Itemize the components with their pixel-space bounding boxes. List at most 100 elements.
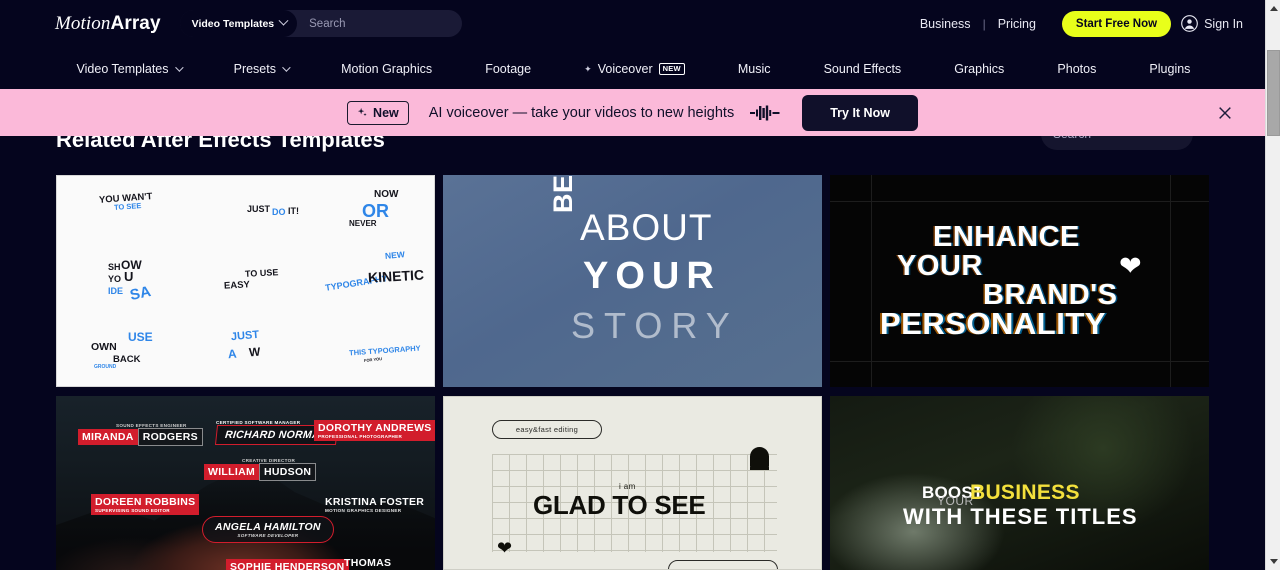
credit-role: SUPERVISING SOUND EDITOR <box>95 508 170 514</box>
nav-item-footage[interactable]: Footage <box>459 62 558 76</box>
nav-item-plugins[interactable]: Plugins <box>1123 62 1217 76</box>
template-word: JUST <box>230 328 260 344</box>
template-text-line3: STORY <box>571 305 739 346</box>
credit-first-name: WILLIAM <box>204 464 260 481</box>
new-badge-label: New <box>373 105 399 120</box>
credit-role: PROFESSIONAL PHOTOGRAPHER <box>318 434 403 440</box>
template-word: NEW <box>384 249 406 261</box>
nav-item-voiceover[interactable]: ✦ Voiceover NEW <box>558 62 712 76</box>
template-word: TO SEE <box>113 201 142 212</box>
credit-name: ANGELA HAMILTON SOFTWARE DEVELOPER <box>202 516 334 544</box>
template-word: IDE <box>108 286 124 296</box>
credit-label: THOMAS <box>344 557 391 569</box>
audio-waveform-icon <box>750 105 780 121</box>
credit-label: CREATIVE DIRECTOR WILLIAM HUDSON <box>204 458 317 482</box>
nav-item-label: Photos <box>1057 62 1097 76</box>
vertical-scrollbar[interactable] <box>1265 0 1280 570</box>
template-pill-bottom <box>668 560 778 569</box>
sign-in-button[interactable]: Sign In <box>1181 15 1243 32</box>
template-card[interactable]: BE CREATIVE ABOUT YOUR STORY <box>443 175 822 387</box>
chevron-down-icon <box>282 63 291 72</box>
nav-item-label: Music <box>737 62 771 76</box>
close-banner-button[interactable] <box>1217 105 1233 121</box>
template-text-vertical: BE CREATIVE <box>548 175 579 213</box>
grid-line <box>1170 175 1171 387</box>
template-text-word3: BUSINESS <box>970 481 1080 504</box>
close-icon <box>1219 106 1231 119</box>
template-card[interactable]: easy&fast editing i am GLAD TO SEE ❤ <box>443 396 822 570</box>
sparkle-icon <box>357 107 367 117</box>
credit-last-name: HUDSON <box>259 463 317 482</box>
logo-motion-text: Motion <box>55 12 111 34</box>
credit-name: THOMAS <box>344 557 392 569</box>
credit-name: DOREEN ROBBINS SUPERVISING SOUND EDITOR <box>91 494 200 516</box>
grid-line <box>871 175 872 387</box>
template-word: NOW <box>374 189 399 200</box>
template-text-line2: YOUR <box>583 255 721 297</box>
template-word: U <box>124 269 134 284</box>
scroll-up-arrow-icon[interactable] <box>1266 0 1280 17</box>
chevron-down-icon <box>174 63 184 72</box>
template-word: EASY <box>223 279 251 292</box>
template-word: A <box>227 346 238 362</box>
credit-name-text: DOREEN ROBBINS SUPERVISING SOUND EDITOR <box>91 494 200 516</box>
template-word: OR <box>362 201 389 221</box>
nav-item-presets[interactable]: Presets <box>207 62 314 76</box>
credit-name: MIRANDA RODGERS <box>78 428 203 447</box>
template-word: USE <box>128 330 153 344</box>
motionarray-logo[interactable]: MotionArray <box>55 13 161 35</box>
template-card[interactable]: ENHANCE YOUR BRAND'S PERSONALITY ❤ <box>830 175 1209 387</box>
try-it-now-button[interactable]: Try It Now <box>802 94 918 131</box>
nav-item-graphics[interactable]: Graphics <box>928 62 1031 76</box>
global-search-bar: Video Templates <box>179 10 464 37</box>
search-category-label: Video Templates <box>191 17 275 30</box>
nav-item-label: Plugins <box>1149 62 1191 76</box>
template-card[interactable]: YOU WAN'T TO SEE JUST DO IT! NOW OR NEVER SH YO ID… <box>56 175 435 387</box>
account-circle-icon <box>1181 15 1198 32</box>
search-input[interactable] <box>297 17 464 30</box>
credit-label: SOPHIE HENDERSON <box>226 559 349 570</box>
template-word: KINETIC <box>367 266 425 286</box>
template-text-big: GLAD TO SEE <box>533 490 706 520</box>
nav-item-label: Footage <box>485 62 532 76</box>
main-navigation: Video Templates Presets Motion Graphics Foo… <box>0 47 1265 91</box>
template-card[interactable]: SOUND EFFECTS ENGINEER MIRANDA RODGERS CERT… <box>56 396 435 570</box>
browser-page: MotionArray Video Templates Business | P… <box>0 0 1280 570</box>
credit-name: SOPHIE HENDERSON <box>226 559 349 570</box>
nav-item-video-templates[interactable]: Video Templates <box>50 62 207 76</box>
nav-item-label: Graphics <box>954 62 1005 76</box>
business-link[interactable]: Business <box>908 17 983 31</box>
credit-role: SOFTWARE DEVELOPER <box>237 533 299 539</box>
nav-item-label: Sound Effects <box>823 62 902 76</box>
nav-item-music[interactable]: Music <box>711 62 797 76</box>
template-word: W <box>248 344 261 360</box>
credit-role: MOTION GRAPHICS DESIGNER <box>325 508 402 514</box>
logo-array-text: Array <box>110 12 161 34</box>
scrollbar-thumb[interactable] <box>1267 50 1280 136</box>
nav-item-motion-graphics[interactable]: Motion Graphics <box>315 62 459 76</box>
page-viewport: MotionArray Video Templates Business | P… <box>0 0 1265 570</box>
credit-label: DOROTHY ANDREWS PROFESSIONAL PHOTOGRAPHER <box>314 420 435 442</box>
nav-item-sound-effects[interactable]: Sound Effects <box>797 62 928 76</box>
credit-name: WILLIAM HUDSON <box>204 463 317 482</box>
heart-icon: ❤ <box>1119 251 1142 281</box>
nav-item-photos[interactable]: Photos <box>1031 62 1123 76</box>
grid-line <box>830 201 1209 202</box>
template-word: THIS TYPOGRAPHY <box>348 343 421 358</box>
pricing-link[interactable]: Pricing <box>986 17 1048 31</box>
search-category-dropdown[interactable]: Video Templates <box>179 10 298 37</box>
nav-item-label: Motion Graphics <box>341 62 433 76</box>
start-free-now-button[interactable]: Start Free Now <box>1061 10 1172 37</box>
scroll-down-arrow-icon[interactable] <box>1266 553 1280 570</box>
sign-in-label: Sign In <box>1204 16 1243 31</box>
credit-first-name: MIRANDA <box>78 429 138 446</box>
heart-icon: ❤ <box>497 538 513 558</box>
template-pill-label: easy&fast editing <box>492 420 602 439</box>
site-header: MotionArray Video Templates Business | P… <box>0 0 1265 47</box>
template-card[interactable]: BOOST YOUR BUSINESS WITH THESE TITLES <box>830 396 1209 570</box>
template-word: GROUND <box>94 364 117 370</box>
template-word: SH <box>108 262 121 272</box>
new-badge: New <box>347 100 409 125</box>
nav-new-badge: NEW <box>658 63 685 75</box>
promo-banner: New AI voiceover — take your videos to n… <box>0 89 1265 136</box>
